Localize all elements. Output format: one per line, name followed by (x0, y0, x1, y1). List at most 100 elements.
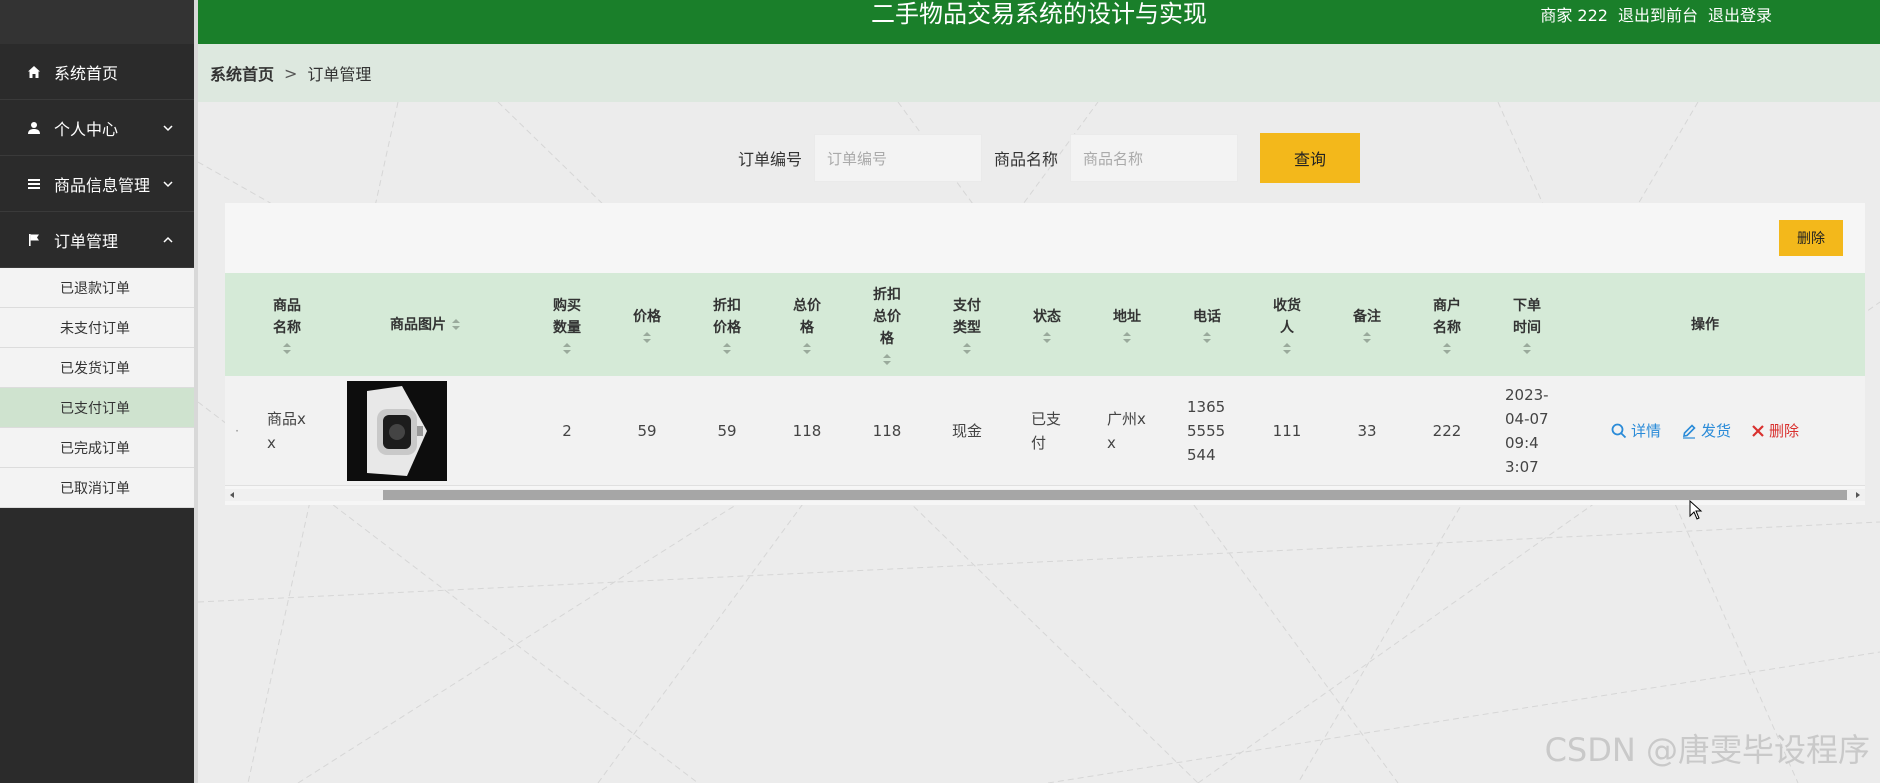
cell-merchant: 222 (1432, 421, 1462, 440)
col-label: 折扣价格 (713, 297, 741, 336)
delete-button[interactable]: 删除 (1751, 419, 1799, 443)
nav-item-goods[interactable]: 商品信息管理 (0, 156, 194, 212)
col-discount-total[interactable]: 折扣总价格 (857, 273, 917, 376)
delete-label: 删除 (1769, 421, 1800, 440)
table-row[interactable]: · 商品xx 2 59 59 118 118 现金 已支付 广州xx 13655… (225, 376, 1865, 486)
search-icon (1611, 423, 1627, 438)
scrollbar-thumb[interactable] (383, 490, 1847, 500)
sub-item-paid[interactable]: 已支付订单 (0, 388, 194, 428)
sub-item-completed[interactable]: 已完成订单 (0, 428, 194, 468)
scroll-right-arrow[interactable] (1856, 492, 1860, 498)
sort-icon[interactable] (1043, 331, 1051, 344)
sort-icon[interactable] (643, 331, 651, 344)
cell-text: 广州xx (1107, 409, 1146, 452)
sort-icon[interactable] (1443, 342, 1451, 355)
cell-discount-price: 59 (717, 421, 737, 440)
sort-icon[interactable] (963, 342, 971, 355)
sub-item-cancelled[interactable]: 已取消订单 (0, 468, 194, 508)
sort-icon[interactable] (723, 342, 731, 355)
col-total-price[interactable]: 总价格 (777, 273, 837, 376)
cell-price: 59 (637, 421, 657, 440)
col-remark[interactable]: 备注 (1337, 273, 1397, 376)
sort-icon[interactable] (1123, 331, 1131, 344)
cell-pay-type: 现金 (951, 421, 982, 440)
sort-icon[interactable] (883, 353, 891, 366)
nav-item-home[interactable]: 系统首页 (0, 44, 194, 100)
top-header: 二手物品交易系统的设计与实现 商家 222 退出到前台 退出登录 (198, 0, 1880, 44)
sort-icon[interactable] (283, 342, 291, 355)
order-number-label: 订单编号 (738, 150, 803, 169)
goods-name-input[interactable]: 商品名称 (1070, 134, 1239, 182)
col-pay-type[interactable]: 支付类型 (937, 273, 997, 376)
detail-label: 详情 (1630, 421, 1661, 440)
cell-text: 13655555544 (1187, 397, 1226, 464)
cell-goods-image[interactable] (347, 376, 447, 485)
row-actions: 详情 发货 删除 (1611, 419, 1799, 443)
col-label: 状态 (1033, 308, 1061, 325)
sidebar-top (0, 0, 194, 44)
user-icon (26, 120, 42, 136)
chevron-down-icon (163, 124, 173, 131)
cell-remark: 33 (1357, 421, 1377, 440)
row-select[interactable]: · (225, 376, 249, 485)
cell-address: 广州xx (1105, 376, 1149, 485)
ship-button[interactable]: 发货 (1681, 419, 1731, 443)
col-phone[interactable]: 电话 (1177, 273, 1237, 376)
sort-icon[interactable] (1523, 342, 1531, 355)
horizontal-scrollbar[interactable] (225, 489, 1865, 501)
goods-image[interactable] (347, 380, 447, 481)
cell-text: 已支付 (1031, 409, 1062, 452)
sort-icon[interactable] (563, 342, 571, 355)
breadcrumb: 系统首页 > 订单管理 (198, 44, 1880, 102)
logout-link[interactable]: 退出登录 (1708, 2, 1772, 26)
sub-item-unpaid[interactable]: 未支付订单 (0, 308, 194, 348)
sort-icon[interactable] (1203, 331, 1211, 344)
col-actions: 操作 (1585, 273, 1825, 376)
col-goods-image[interactable]: 商品图片 (355, 273, 495, 376)
sub-item-refunded[interactable]: 已退款订单 (0, 268, 194, 308)
col-label: 商品图片 (390, 316, 446, 333)
to-front-link[interactable]: 退出到前台 (1618, 2, 1698, 26)
sort-icon[interactable] (1283, 342, 1291, 355)
breadcrumb-home[interactable]: 系统首页 (210, 61, 274, 85)
close-icon (1752, 424, 1764, 437)
col-goods-name[interactable]: 商品名称 (257, 273, 317, 376)
sub-item-shipped[interactable]: 已发货订单 (0, 348, 194, 388)
cell-total-price: 118 (792, 421, 822, 440)
user-label: 商家 222 (1540, 6, 1608, 25)
col-label: 商品名称 (273, 297, 301, 336)
nav-label: 订单管理 (54, 231, 119, 251)
batch-delete-button[interactable]: 删除 (1779, 220, 1843, 256)
col-address[interactable]: 地址 (1097, 273, 1157, 376)
col-order-time[interactable]: 下单时间 (1497, 273, 1557, 376)
nav-item-orders[interactable]: 订单管理 (0, 212, 194, 268)
col-discount-price[interactable]: 折扣价格 (697, 273, 757, 376)
col-label: 收货人 (1273, 297, 1301, 336)
col-receiver[interactable]: 收货人 (1257, 273, 1317, 376)
edit-icon (1682, 423, 1696, 439)
sort-icon[interactable] (452, 318, 460, 331)
ship-label: 发货 (1700, 421, 1731, 440)
mouse-cursor-icon (1689, 500, 1703, 520)
col-label: 总价格 (793, 297, 821, 336)
sort-icon[interactable] (1363, 331, 1371, 344)
flag-icon (26, 232, 42, 248)
col-merchant[interactable]: 商户名称 (1417, 273, 1477, 376)
sort-icon[interactable] (803, 342, 811, 355)
col-label: 商户名称 (1433, 297, 1461, 336)
breadcrumb-current: 订单管理 (307, 65, 372, 84)
detail-button[interactable]: 详情 (1611, 419, 1661, 443)
col-price[interactable]: 价格 (617, 273, 677, 376)
scroll-left-arrow[interactable] (230, 492, 234, 498)
col-quantity[interactable]: 购买数量 (537, 273, 597, 376)
order-number-input[interactable]: 订单编号 (814, 134, 983, 182)
query-button[interactable]: 查询 (1260, 133, 1361, 183)
watermark: CSDN @唐雯毕设程序 (1544, 731, 1870, 769)
col-label: 电话 (1193, 308, 1221, 325)
nav-item-personal[interactable]: 个人中心 (0, 100, 194, 156)
table-header: 商品名称 商品图片 购买数量 价格 折扣价格 总价格 折扣总价格 支付类型 状态… (225, 273, 1865, 376)
cell-text: 2023-04-07 09:43:07 (1505, 385, 1549, 476)
cell-quantity: 2 (562, 421, 572, 440)
col-status[interactable]: 状态 (1017, 273, 1077, 376)
col-label: 购买数量 (553, 297, 581, 336)
